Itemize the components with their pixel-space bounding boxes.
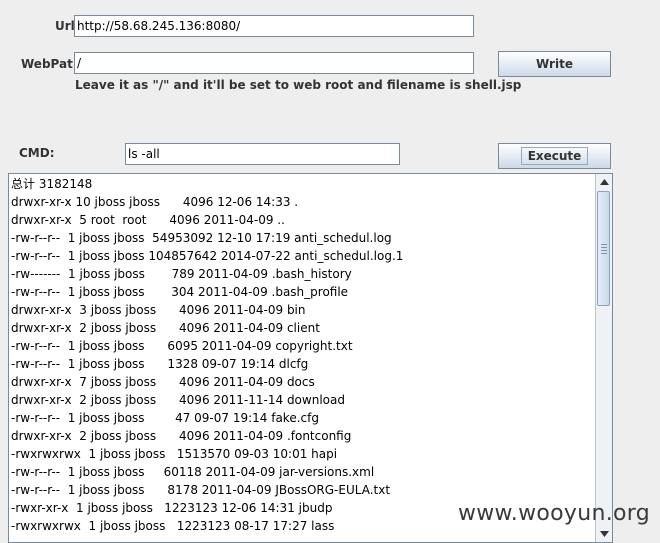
output-line: -rw-r--r-- 1 jboss jboss 8178 2011-04-09… [11, 483, 391, 497]
execute-button[interactable]: Execute [498, 143, 611, 169]
output-line: drwxr-xr-x 2 jboss jboss 4096 2011-04-09… [11, 321, 320, 335]
output-line: -rw-r--r-- 1 jboss jboss 6095 2011-04-09… [11, 339, 353, 353]
output-line: drwxr-xr-x 7 jboss jboss 4096 2011-04-09… [11, 375, 315, 389]
output-line: -rw-r--r-- 1 jboss jboss 54953092 12-10 … [11, 231, 392, 245]
output-line: -rw-r--r-- 1 jboss jboss 104857642 2014-… [11, 249, 404, 263]
arrow-down-icon[interactable] [596, 526, 612, 542]
output-line: drwxr-xr-x 5 root root 4096 2011-04-09 .… [11, 213, 285, 227]
output-line: drwxr-xr-x 10 jboss jboss 4096 12-06 14:… [11, 195, 299, 209]
output-line: -rw-r--r-- 1 jboss jboss 47 09-07 19:14 … [11, 411, 319, 425]
write-button-label: Write [536, 57, 573, 71]
execute-button-label: Execute [520, 147, 589, 165]
webpath-hint: Leave it as "/" and it'll be set to web … [75, 78, 522, 92]
cmd-input[interactable] [125, 143, 400, 165]
output-line: -rw-r--r-- 1 jboss jboss 1328 09-07 19:1… [11, 357, 309, 371]
output-line: -rw------- 1 jboss jboss 789 2011-04-09 … [11, 267, 352, 281]
arrow-up-icon[interactable] [596, 174, 612, 190]
write-button[interactable]: Write [498, 51, 611, 77]
output-lines: 总计 3182148 drwxr-xr-x 10 jboss jboss 4096… [11, 175, 594, 535]
scroll-grip-icon [601, 244, 607, 256]
command-output[interactable]: 总计 3182148 drwxr-xr-x 10 jboss jboss 4096… [8, 173, 613, 543]
output-line: -rw-r--r-- 1 jboss jboss 304 2011-04-09 … [11, 285, 349, 299]
output-line: drwxr-xr-x 2 jboss jboss 4096 2011-11-14… [11, 393, 345, 407]
output-line: -rwxrwxrwx 1 jboss jboss 1513570 09-03 1… [11, 447, 338, 461]
url-input[interactable] [74, 15, 474, 37]
scroll-thumb[interactable] [597, 191, 610, 306]
output-line: drwxr-xr-x 2 jboss jboss 4096 2011-04-09… [11, 429, 352, 443]
watermark: www.wooyun.org [457, 501, 650, 526]
cmd-label: CMD: [19, 146, 55, 160]
webpath-input[interactable] [74, 52, 474, 74]
output-line: -rw-r--r-- 1 jboss jboss 60118 2011-04-0… [11, 465, 375, 479]
output-line: 总计 3182148 [11, 177, 93, 191]
output-line: drwxr-xr-x 3 jboss jboss 4096 2011-04-09… [11, 303, 306, 317]
vertical-scrollbar[interactable] [595, 174, 612, 542]
